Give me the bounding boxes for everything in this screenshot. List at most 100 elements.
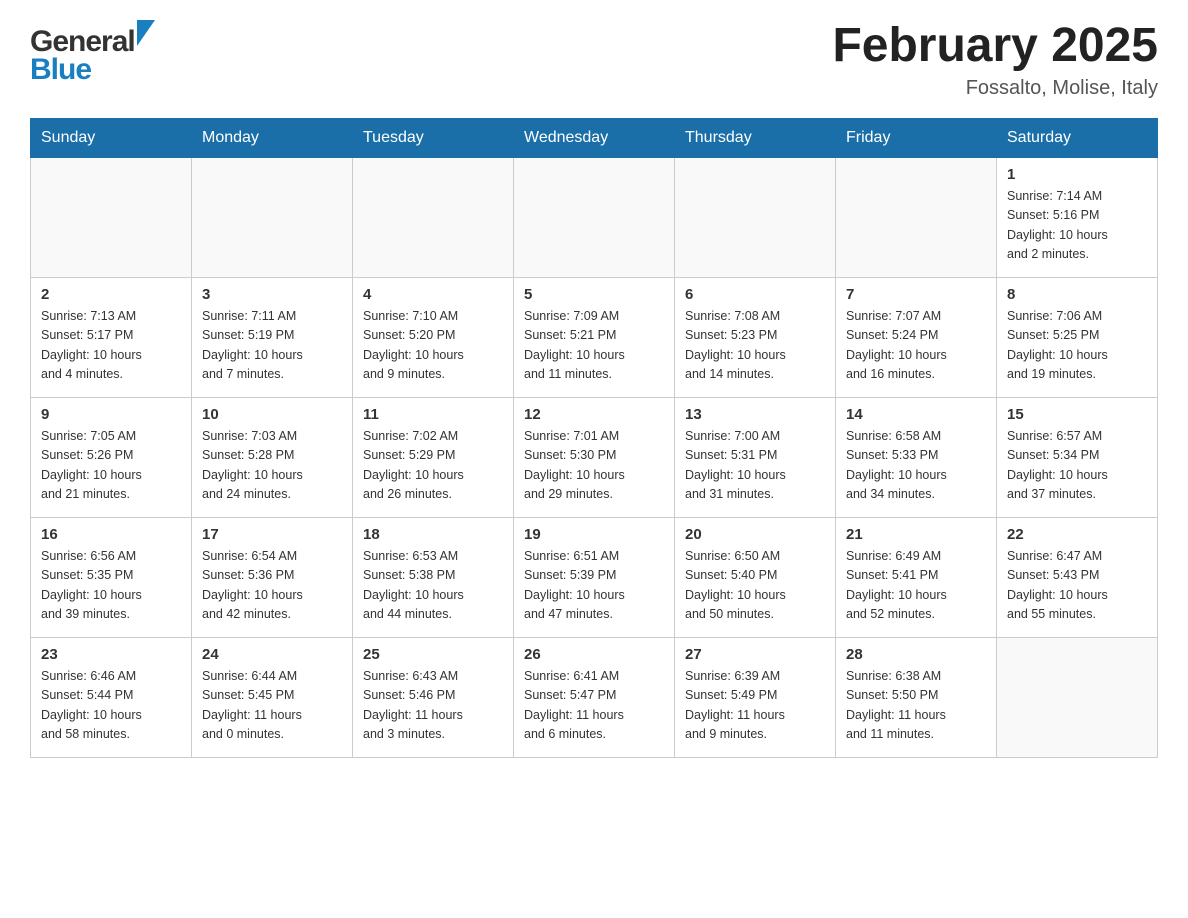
day-info: Sunrise: 6:53 AMSunset: 5:38 PMDaylight:… [363, 547, 503, 625]
calendar-cell: 3Sunrise: 7:11 AMSunset: 5:19 PMDaylight… [192, 277, 353, 397]
day-number: 7 [846, 286, 986, 303]
day-info: Sunrise: 6:58 AMSunset: 5:33 PMDaylight:… [846, 427, 986, 505]
calendar-cell: 28 Sunrise: 6:38 AMSunset: 5:50 PMDayligh… [836, 637, 997, 757]
day-number: 23 [41, 646, 181, 663]
logo-blue-text: Blue [30, 53, 155, 87]
calendar-table: SundayMondayTuesdayWednesdayThursdayFrid… [30, 118, 1158, 758]
calendar-week-5: 23 Sunrise: 6:46 AMSunset: 5:44 PMDayligh… [31, 637, 1158, 757]
day-info: Sunrise: 6:47 AMSunset: 5:43 PMDaylight:… [1007, 547, 1147, 625]
day-info: Sunrise: 6:56 AMSunset: 5:35 PMDaylight:… [41, 547, 181, 625]
calendar-cell: 12 Sunrise: 7:01 AMSunset: 5:30 PMDayligh… [514, 397, 675, 517]
day-number: 25 [363, 646, 503, 663]
calendar-cell: 10Sunrise: 7:03 AMSunset: 5:28 PMDayligh… [192, 397, 353, 517]
day-number: 27 [685, 646, 825, 663]
calendar-cell: 11Sunrise: 7:02 AMSunset: 5:29 PMDayligh… [353, 397, 514, 517]
calendar-cell: 2 Sunrise: 7:13 AMSunset: 5:17 PMDaylight… [31, 277, 192, 397]
calendar-cell: 25 Sunrise: 6:43 AMSunset: 5:46 PMDayligh… [353, 637, 514, 757]
title-block: February 2025 Fossalto, Molise, Italy [832, 20, 1158, 100]
calendar-week-4: 16 Sunrise: 6:56 AMSunset: 5:35 PMDayligh… [31, 517, 1158, 637]
day-number: 22 [1007, 526, 1147, 543]
calendar-dow-monday: Monday [192, 118, 353, 157]
day-info: Sunrise: 6:57 AMSunset: 5:34 PMDaylight:… [1007, 427, 1147, 505]
calendar-dow-saturday: Saturday [997, 118, 1158, 157]
calendar-cell [675, 157, 836, 277]
day-number: 4 [363, 286, 503, 303]
calendar-cell [997, 637, 1158, 757]
day-number: 17 [202, 526, 342, 543]
calendar-cell: 6Sunrise: 7:08 AMSunset: 5:23 PMDaylight… [675, 277, 836, 397]
location-text: Fossalto, Molise, Italy [832, 77, 1158, 100]
day-info: Sunrise: 7:03 AMSunset: 5:28 PMDaylight:… [202, 427, 342, 505]
day-info: Sunrise: 7:07 AMSunset: 5:24 PMDaylight:… [846, 307, 986, 385]
day-number: 19 [524, 526, 664, 543]
day-number: 13 [685, 406, 825, 423]
day-info: Sunrise: 6:44 AMSunset: 5:45 PMDaylight:… [202, 667, 342, 745]
calendar-cell: 24Sunrise: 6:44 AMSunset: 5:45 PMDayligh… [192, 637, 353, 757]
page-header: General Blue February 2025 Fossalto, Mol… [30, 20, 1158, 100]
calendar-cell [836, 157, 997, 277]
day-number: 8 [1007, 286, 1147, 303]
day-number: 15 [1007, 406, 1147, 423]
day-number: 9 [41, 406, 181, 423]
logo-triangle-icon [137, 20, 155, 51]
calendar-cell: 21 Sunrise: 6:49 AMSunset: 5:41 PMDayligh… [836, 517, 997, 637]
day-number: 21 [846, 526, 986, 543]
day-number: 16 [41, 526, 181, 543]
calendar-cell [31, 157, 192, 277]
calendar-cell: 8 Sunrise: 7:06 AMSunset: 5:25 PMDaylight… [997, 277, 1158, 397]
calendar-cell: 7 Sunrise: 7:07 AMSunset: 5:24 PMDaylight… [836, 277, 997, 397]
day-info: Sunrise: 7:05 AMSunset: 5:26 PMDaylight:… [41, 427, 181, 505]
day-info: Sunrise: 6:39 AMSunset: 5:49 PMDaylight:… [685, 667, 825, 745]
calendar-cell [514, 157, 675, 277]
calendar-week-3: 9 Sunrise: 7:05 AMSunset: 5:26 PMDaylight… [31, 397, 1158, 517]
day-info: Sunrise: 7:09 AMSunset: 5:21 PMDaylight:… [524, 307, 664, 385]
day-number: 28 [846, 646, 986, 663]
calendar-cell: 13 Sunrise: 7:00 AMSunset: 5:31 PMDayligh… [675, 397, 836, 517]
calendar-cell: 15 Sunrise: 6:57 AMSunset: 5:34 PMDayligh… [997, 397, 1158, 517]
day-info: Sunrise: 7:14 AMSunset: 5:16 PMDaylight:… [1007, 187, 1147, 265]
day-info: Sunrise: 6:43 AMSunset: 5:46 PMDaylight:… [363, 667, 503, 745]
calendar-cell: 27 Sunrise: 6:39 AMSunset: 5:49 PMDayligh… [675, 637, 836, 757]
calendar-week-2: 2 Sunrise: 7:13 AMSunset: 5:17 PMDaylight… [31, 277, 1158, 397]
calendar-dow-thursday: Thursday [675, 118, 836, 157]
calendar-cell: 22 Sunrise: 6:47 AMSunset: 5:43 PMDayligh… [997, 517, 1158, 637]
calendar-cell: 16 Sunrise: 6:56 AMSunset: 5:35 PMDayligh… [31, 517, 192, 637]
day-info: Sunrise: 6:50 AMSunset: 5:40 PMDaylight:… [685, 547, 825, 625]
calendar-cell: 14Sunrise: 6:58 AMSunset: 5:33 PMDayligh… [836, 397, 997, 517]
day-info: Sunrise: 6:41 AMSunset: 5:47 PMDaylight:… [524, 667, 664, 745]
month-title: February 2025 [832, 20, 1158, 73]
calendar-cell: 20 Sunrise: 6:50 AMSunset: 5:40 PMDayligh… [675, 517, 836, 637]
calendar-dow-wednesday: Wednesday [514, 118, 675, 157]
day-number: 20 [685, 526, 825, 543]
day-info: Sunrise: 6:46 AMSunset: 5:44 PMDaylight:… [41, 667, 181, 745]
calendar-cell: 5 Sunrise: 7:09 AMSunset: 5:21 PMDaylight… [514, 277, 675, 397]
calendar-cell: 9 Sunrise: 7:05 AMSunset: 5:26 PMDaylight… [31, 397, 192, 517]
day-info: Sunrise: 6:49 AMSunset: 5:41 PMDaylight:… [846, 547, 986, 625]
day-info: Sunrise: 7:06 AMSunset: 5:25 PMDaylight:… [1007, 307, 1147, 385]
day-number: 18 [363, 526, 503, 543]
calendar-cell: 26 Sunrise: 6:41 AMSunset: 5:47 PMDayligh… [514, 637, 675, 757]
day-number: 5 [524, 286, 664, 303]
logo: General Blue [30, 20, 155, 87]
calendar-cell: 18 Sunrise: 6:53 AMSunset: 5:38 PMDayligh… [353, 517, 514, 637]
calendar-cell: 4 Sunrise: 7:10 AMSunset: 5:20 PMDaylight… [353, 277, 514, 397]
day-info: Sunrise: 6:54 AMSunset: 5:36 PMDaylight:… [202, 547, 342, 625]
day-number: 2 [41, 286, 181, 303]
calendar-dow-sunday: Sunday [31, 118, 192, 157]
day-number: 26 [524, 646, 664, 663]
day-info: Sunrise: 7:13 AMSunset: 5:17 PMDaylight:… [41, 307, 181, 385]
calendar-cell: 23 Sunrise: 6:46 AMSunset: 5:44 PMDayligh… [31, 637, 192, 757]
calendar-cell: 17 Sunrise: 6:54 AMSunset: 5:36 PMDayligh… [192, 517, 353, 637]
calendar-cell: 19 Sunrise: 6:51 AMSunset: 5:39 PMDayligh… [514, 517, 675, 637]
day-info: Sunrise: 7:02 AMSunset: 5:29 PMDaylight:… [363, 427, 503, 505]
day-info: Sunrise: 6:38 AMSunset: 5:50 PMDaylight:… [846, 667, 986, 745]
calendar-dow-tuesday: Tuesday [353, 118, 514, 157]
day-info: Sunrise: 7:10 AMSunset: 5:20 PMDaylight:… [363, 307, 503, 385]
day-info: Sunrise: 7:01 AMSunset: 5:30 PMDaylight:… [524, 427, 664, 505]
day-number: 6 [685, 286, 825, 303]
calendar-cell [192, 157, 353, 277]
day-info: Sunrise: 6:51 AMSunset: 5:39 PMDaylight:… [524, 547, 664, 625]
day-info: Sunrise: 7:00 AMSunset: 5:31 PMDaylight:… [685, 427, 825, 505]
calendar-cell: 1Sunrise: 7:14 AMSunset: 5:16 PMDaylight… [997, 157, 1158, 277]
day-number: 12 [524, 406, 664, 423]
